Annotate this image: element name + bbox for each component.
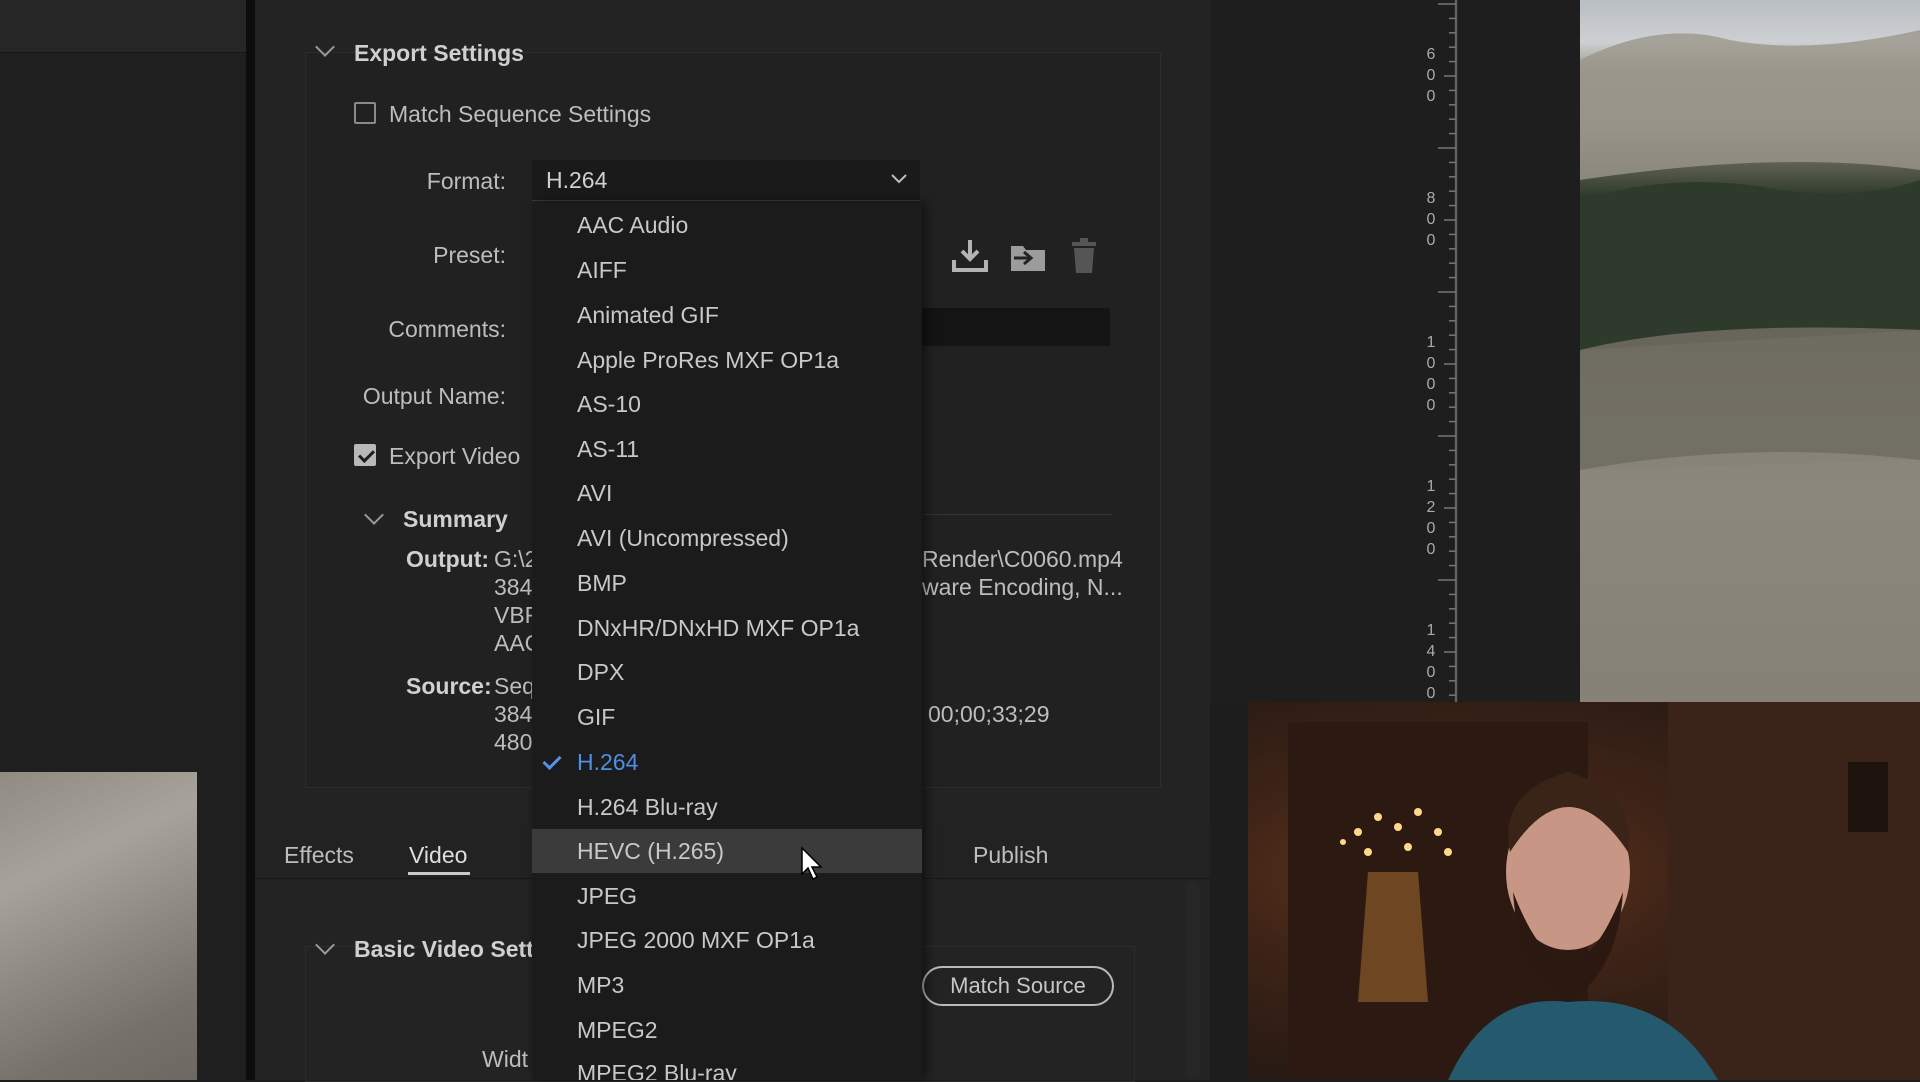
dropdown-item-dpx[interactable]: DPX <box>532 650 922 694</box>
dropdown-item-hevc[interactable]: HEVC (H.265) <box>532 829 922 873</box>
summary-output-encoding: ware Encoding, N... <box>922 574 1123 600</box>
ruler-label-1400: 1400 <box>1426 622 1436 702</box>
dropdown-item-as-11[interactable]: AS-11 <box>532 427 922 471</box>
download-icon[interactable] <box>950 236 990 276</box>
summary-source-line: 384 <box>494 701 533 727</box>
match-sequence-checkbox[interactable] <box>354 102 376 124</box>
dropdown-item-as-10[interactable]: AS-10 <box>532 382 922 426</box>
dropdown-item-label: H.264 <box>577 749 639 775</box>
landscape-image <box>1580 30 1920 702</box>
format-select[interactable]: H.264 <box>532 160 920 201</box>
panel-divider[interactable] <box>246 0 255 1080</box>
output-name-label: Output Name: <box>362 383 506 409</box>
summary-output-line: 384 <box>494 574 533 600</box>
dropdown-item-mp3[interactable]: MP3 <box>532 963 922 1007</box>
source-preview-thumbnail <box>0 772 197 1080</box>
settings-scrollbar[interactable] <box>1186 880 1200 1080</box>
summary-title: Summary <box>403 506 508 532</box>
program-monitor-background <box>1210 0 1580 702</box>
summary-output-label: Output: <box>406 546 490 572</box>
tab-video[interactable]: Video <box>409 842 467 869</box>
summary-source-line: Seq <box>494 673 535 699</box>
video-preview-frame <box>1580 0 1920 702</box>
ruler-label-1000: 1000 <box>1426 334 1436 414</box>
format-label: Format: <box>426 168 506 194</box>
ruler-label-800: 800 <box>1426 190 1436 249</box>
match-sequence-label: Match Sequence Settings <box>389 101 652 127</box>
checkmark-icon <box>542 750 562 771</box>
summary-source-line: 480 <box>494 729 533 755</box>
dropdown-item-gif[interactable]: GIF <box>532 695 922 739</box>
dropdown-item-aiff[interactable]: AIFF <box>532 248 922 292</box>
summary-source-duration: 00;00;33;29 <box>928 701 1050 727</box>
match-source-button[interactable]: Match Source <box>922 966 1114 1006</box>
ruler-label-1200: 1200 <box>1426 478 1436 558</box>
dropdown-item-aac-audio[interactable]: AAC Audio <box>532 203 922 247</box>
summary-output-line: G:\2 <box>494 546 538 572</box>
active-tab-indicator <box>408 872 470 875</box>
folder-import-icon[interactable] <box>1008 236 1048 276</box>
preset-label: Preset: <box>433 242 506 268</box>
summary-output-path: Render\C0060.mp4 <box>922 546 1123 572</box>
export-video-checkbox[interactable] <box>354 444 376 466</box>
ruler-label-600: 600 <box>1426 46 1436 105</box>
dropdown-item-animated-gif[interactable]: Animated GIF <box>532 293 922 337</box>
format-value: H.264 <box>546 167 608 193</box>
comments-label: Comments: <box>388 316 506 342</box>
chevron-down-icon <box>891 174 907 184</box>
export-settings-title: Export Settings <box>354 40 524 66</box>
dropdown-item-jpeg-2000[interactable]: JPEG 2000 MXF OP1a <box>532 918 922 962</box>
dropdown-item-bmp[interactable]: BMP <box>532 561 922 605</box>
webcam-overlay <box>1248 702 1920 1080</box>
trash-icon[interactable] <box>1064 236 1104 276</box>
dropdown-item-jpeg[interactable]: JPEG <box>532 874 922 918</box>
mouse-cursor-icon <box>801 846 823 881</box>
source-panel-header <box>0 0 246 53</box>
dropdown-item-h264-bluray[interactable]: H.264 Blu-ray <box>532 785 922 829</box>
dropdown-item-avi-uncompressed[interactable]: AVI (Uncompressed) <box>532 516 922 560</box>
dropdown-item-apple-prores-mxf[interactable]: Apple ProRes MXF OP1a <box>532 338 922 382</box>
tab-publish[interactable]: Publish <box>973 842 1048 869</box>
dropdown-item-avi[interactable]: AVI <box>532 471 922 515</box>
basic-video-settings-title: Basic Video Setti <box>354 936 541 962</box>
width-label: Widt <box>482 1046 528 1072</box>
dropdown-item-h264[interactable]: H.264 <box>532 740 922 784</box>
presenter-video <box>1288 702 1920 1080</box>
dropdown-item-mpeg2[interactable]: MPEG2 <box>532 1008 922 1052</box>
format-dropdown-list: AAC Audio AIFF Animated GIF Apple ProRes… <box>532 203 922 1080</box>
export-video-label: Export Video <box>389 443 521 469</box>
dropdown-item-dnxhr[interactable]: DNxHR/DNxHD MXF OP1a <box>532 606 922 650</box>
comments-input[interactable] <box>922 308 1110 346</box>
summary-divider <box>922 514 1112 515</box>
tab-effects[interactable]: Effects <box>284 842 354 869</box>
summary-source-label: Source: <box>406 673 492 699</box>
dropdown-item-mpeg2-bluray[interactable]: MPEG2 Blu-ray <box>532 1051 922 1080</box>
